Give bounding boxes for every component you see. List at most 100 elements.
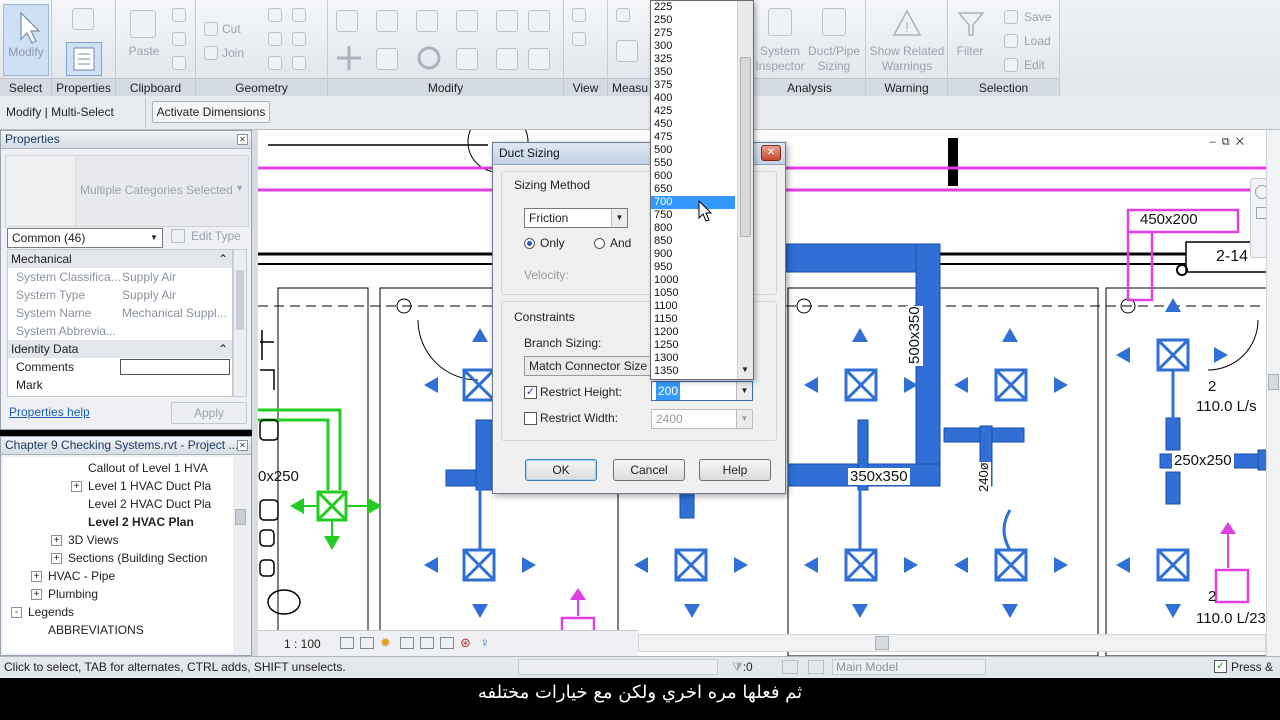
load-selection-button[interactable]: Load xyxy=(1024,34,1051,49)
cut-clipboard-icon[interactable] xyxy=(172,8,186,22)
list-scrollbar[interactable]: ▼ xyxy=(737,1,753,379)
type-properties-icon[interactable] xyxy=(72,8,94,30)
geometry-tool-icon-4[interactable] xyxy=(292,32,306,46)
press-drag-checkbox[interactable]: ✓ xyxy=(1214,660,1227,673)
vertical-scrollbar[interactable] xyxy=(1266,130,1280,656)
cut-geometry-button[interactable]: Cut xyxy=(222,22,241,37)
duct-pipe-sizing-icon[interactable] xyxy=(822,8,846,36)
height-option[interactable]: 600 xyxy=(651,170,735,183)
expand-icon[interactable]: + xyxy=(31,589,42,601)
properties-scrollbar[interactable] xyxy=(233,249,247,397)
height-option[interactable]: 800 xyxy=(651,222,735,235)
warning-icon[interactable]: ! xyxy=(892,8,922,38)
height-option[interactable]: 475 xyxy=(651,131,735,144)
group-header-mechanical[interactable]: Mechanical ⌃ xyxy=(8,250,232,268)
scroll-thumb[interactable] xyxy=(875,636,889,650)
shadows-icon[interactable] xyxy=(400,637,414,649)
crop-view-icon[interactable] xyxy=(420,637,434,649)
restrict-height-options-list[interactable]: 225 250 275 300 325 350 375 400 425 450 475 500 550 6… xyxy=(650,0,754,380)
height-option[interactable]: 500 xyxy=(651,144,735,157)
group-header-identity-data[interactable]: Identity Data ⌃ xyxy=(8,340,232,358)
properties-button[interactable] xyxy=(66,42,102,76)
move-icon[interactable] xyxy=(334,44,364,72)
browser-scrollbar[interactable] xyxy=(233,457,249,653)
browser-tree-item[interactable]: + Level 1 HVAC Duct Pla xyxy=(3,477,233,495)
mark-field[interactable] xyxy=(120,377,230,393)
filter-button[interactable]: Filter xyxy=(952,44,988,59)
geometry-tool-icon-5[interactable] xyxy=(268,56,282,70)
mirror-axis-icon[interactable] xyxy=(416,10,438,32)
edit-type-icon[interactable] xyxy=(171,229,185,243)
height-option[interactable]: 325 xyxy=(651,53,735,66)
filter-count[interactable]: ⧩:0 xyxy=(732,660,753,675)
browser-tree-item[interactable]: ABBREVIATIONS xyxy=(3,621,233,639)
save-selection-button[interactable]: Save xyxy=(1024,10,1051,25)
restrict-height-checkbox[interactable]: ✓ xyxy=(524,386,537,399)
ok-button[interactable]: OK xyxy=(525,459,597,481)
height-option[interactable]: 950 xyxy=(651,261,735,274)
view-window-controls[interactable]: –⧉✕ xyxy=(1210,136,1250,149)
expand-icon[interactable]: + xyxy=(51,553,62,565)
height-option[interactable]: 1050 xyxy=(651,287,735,300)
height-option[interactable]: 1150 xyxy=(651,313,735,326)
property-value[interactable]: Supply Air xyxy=(122,286,232,304)
expand-icon[interactable]: + xyxy=(71,481,82,493)
height-option[interactable]: 1100 xyxy=(651,300,735,313)
workset-dropdown[interactable] xyxy=(518,659,718,675)
hide-icon[interactable] xyxy=(572,8,586,22)
height-option[interactable]: 1250 xyxy=(651,339,735,352)
temporary-hide-icon[interactable]: ⊛ xyxy=(460,635,471,651)
property-value[interactable]: Mechanical Suppl... xyxy=(122,304,232,322)
scroll-thumb[interactable] xyxy=(235,509,246,525)
match-properties-icon[interactable] xyxy=(172,56,186,70)
restrict-width-checkbox[interactable] xyxy=(524,412,537,425)
join-geometry-button[interactable]: Join xyxy=(222,46,244,61)
scroll-thumb[interactable] xyxy=(236,270,244,330)
cancel-button[interactable]: Cancel xyxy=(613,459,685,481)
split-icon[interactable] xyxy=(496,10,518,32)
load-selection-icon[interactable] xyxy=(1004,34,1018,48)
comments-field[interactable] xyxy=(120,359,230,375)
rotate-icon[interactable] xyxy=(414,44,444,72)
height-option[interactable]: 1200 xyxy=(651,326,735,339)
view-scale[interactable]: 1 : 100 xyxy=(284,637,321,651)
height-option[interactable]: 300 xyxy=(651,40,735,53)
browser-tree-item[interactable]: + HVAC - Pipe xyxy=(3,567,233,585)
height-option[interactable]: 900 xyxy=(651,248,735,261)
copy-icon[interactable] xyxy=(172,32,186,46)
sizing-method-dropdown[interactable]: Friction ▼ xyxy=(524,208,628,228)
geometry-tool-icon-3[interactable] xyxy=(268,32,282,46)
height-option[interactable]: 700 xyxy=(651,196,735,209)
sun-path-icon[interactable]: ✹ xyxy=(380,635,391,651)
height-option[interactable]: 350 xyxy=(651,66,735,79)
height-option[interactable]: 375 xyxy=(651,79,735,92)
copy-element-icon[interactable] xyxy=(376,48,398,70)
geometry-tool-icon-6[interactable] xyxy=(292,56,306,70)
height-option[interactable]: 225 xyxy=(651,1,735,14)
offset-icon[interactable] xyxy=(376,10,398,32)
activate-dimensions-button[interactable]: Activate Dimensions xyxy=(152,101,270,123)
browser-tree-item[interactable]: - Legends xyxy=(3,603,233,621)
mirror-draw-icon[interactable] xyxy=(456,10,478,32)
geometry-tool-icon-2[interactable] xyxy=(292,8,306,22)
show-crop-region-icon[interactable] xyxy=(440,637,454,649)
save-selection-icon[interactable] xyxy=(1004,10,1018,24)
type-selector[interactable]: Multiple Categories Selected ▼ xyxy=(5,155,249,227)
trim-icon[interactable] xyxy=(456,48,478,70)
height-option[interactable]: 1300 xyxy=(651,352,735,365)
system-inspector-icon[interactable] xyxy=(768,8,792,36)
modify-button[interactable]: Modify xyxy=(3,4,49,76)
properties-help-link[interactable]: Properties help xyxy=(9,405,90,419)
workset-icon[interactable] xyxy=(492,660,508,674)
duct-pipe-sizing-button[interactable]: Duct/Pipe Sizing xyxy=(804,44,864,74)
expand-icon[interactable]: + xyxy=(51,535,62,547)
browser-tree-item[interactable]: + Plumbing xyxy=(3,585,233,603)
height-option[interactable]: 1000 xyxy=(651,274,735,287)
cope-icon[interactable] xyxy=(204,22,218,36)
and-radio[interactable] xyxy=(594,238,605,249)
height-option[interactable]: 275 xyxy=(651,27,735,40)
apply-button[interactable]: Apply xyxy=(171,402,247,424)
close-icon[interactable]: ✕ xyxy=(237,440,248,451)
show-related-warnings-button[interactable]: Show Related Warnings xyxy=(866,44,948,74)
design-options-icon[interactable] xyxy=(808,660,824,674)
